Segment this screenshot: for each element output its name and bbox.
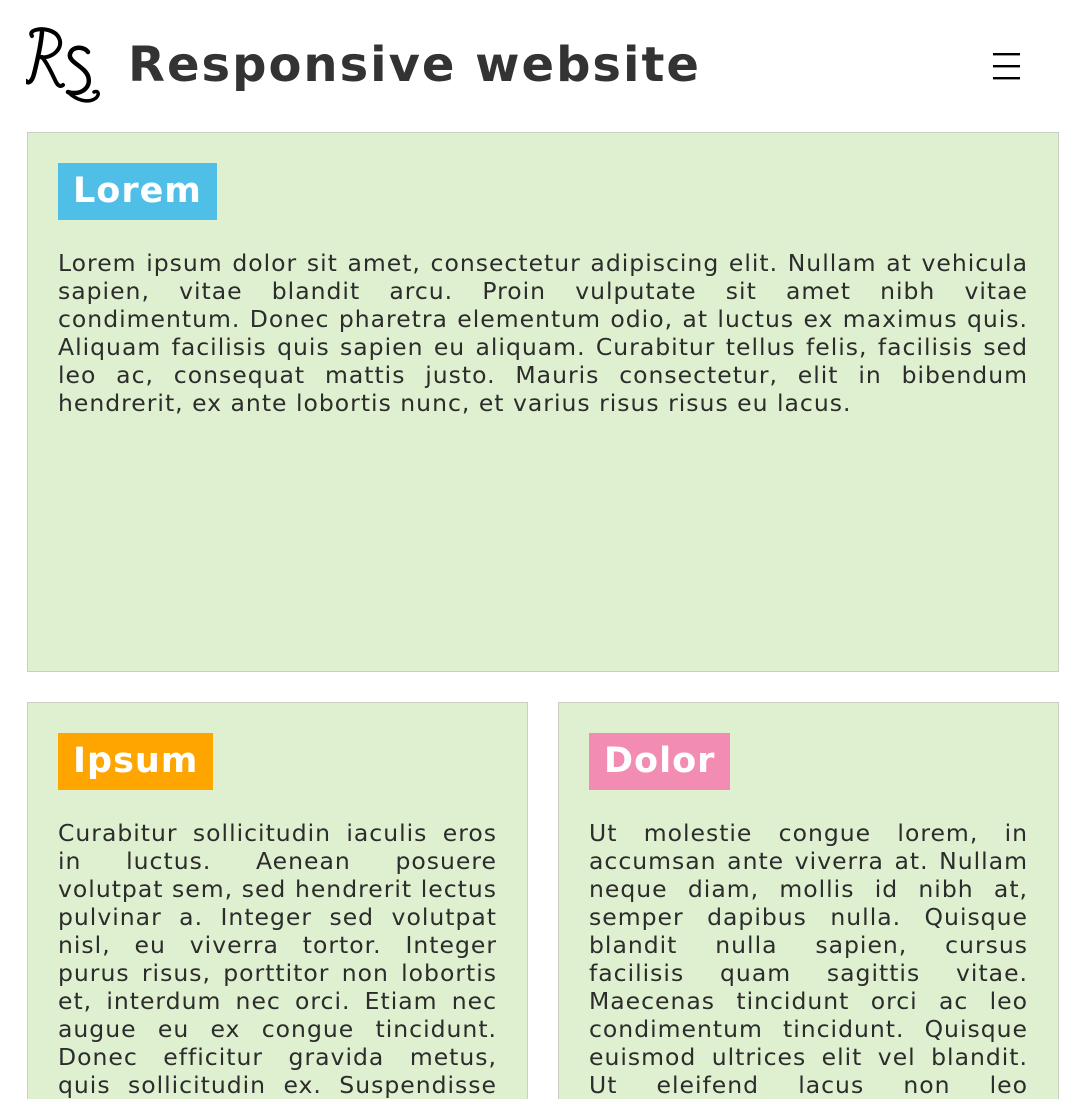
rs-logo[interactable] (23, 26, 100, 104)
section-body-lorem: Lorem ipsum dolor sit amet, consectetur … (58, 249, 1028, 417)
section-ipsum: Ipsum Curabitur sollicitudin iaculis ero… (27, 702, 528, 1099)
section-body-ipsum: Curabitur sollicitudin iaculis eros in l… (58, 819, 497, 1099)
section-dolor: Dolor Ut molestie congue lorem, in accum… (558, 702, 1059, 1099)
rs-logo-icon (23, 27, 100, 103)
section-body-dolor: Ut molestie congue lorem, in accumsan an… (589, 819, 1028, 1099)
section-heading-ipsum: Ipsum (58, 733, 214, 790)
hamburger-menu-icon (993, 53, 1020, 80)
section-heading-dolor: Dolor (589, 733, 731, 790)
site-title: Responsive website (128, 37, 701, 93)
section-heading-lorem: Lorem (58, 163, 217, 220)
site-header: Responsive website (0, 0, 1087, 132)
menu-button[interactable] (988, 48, 1026, 86)
section-lorem: Lorem Lorem ipsum dolor sit amet, consec… (27, 132, 1059, 672)
